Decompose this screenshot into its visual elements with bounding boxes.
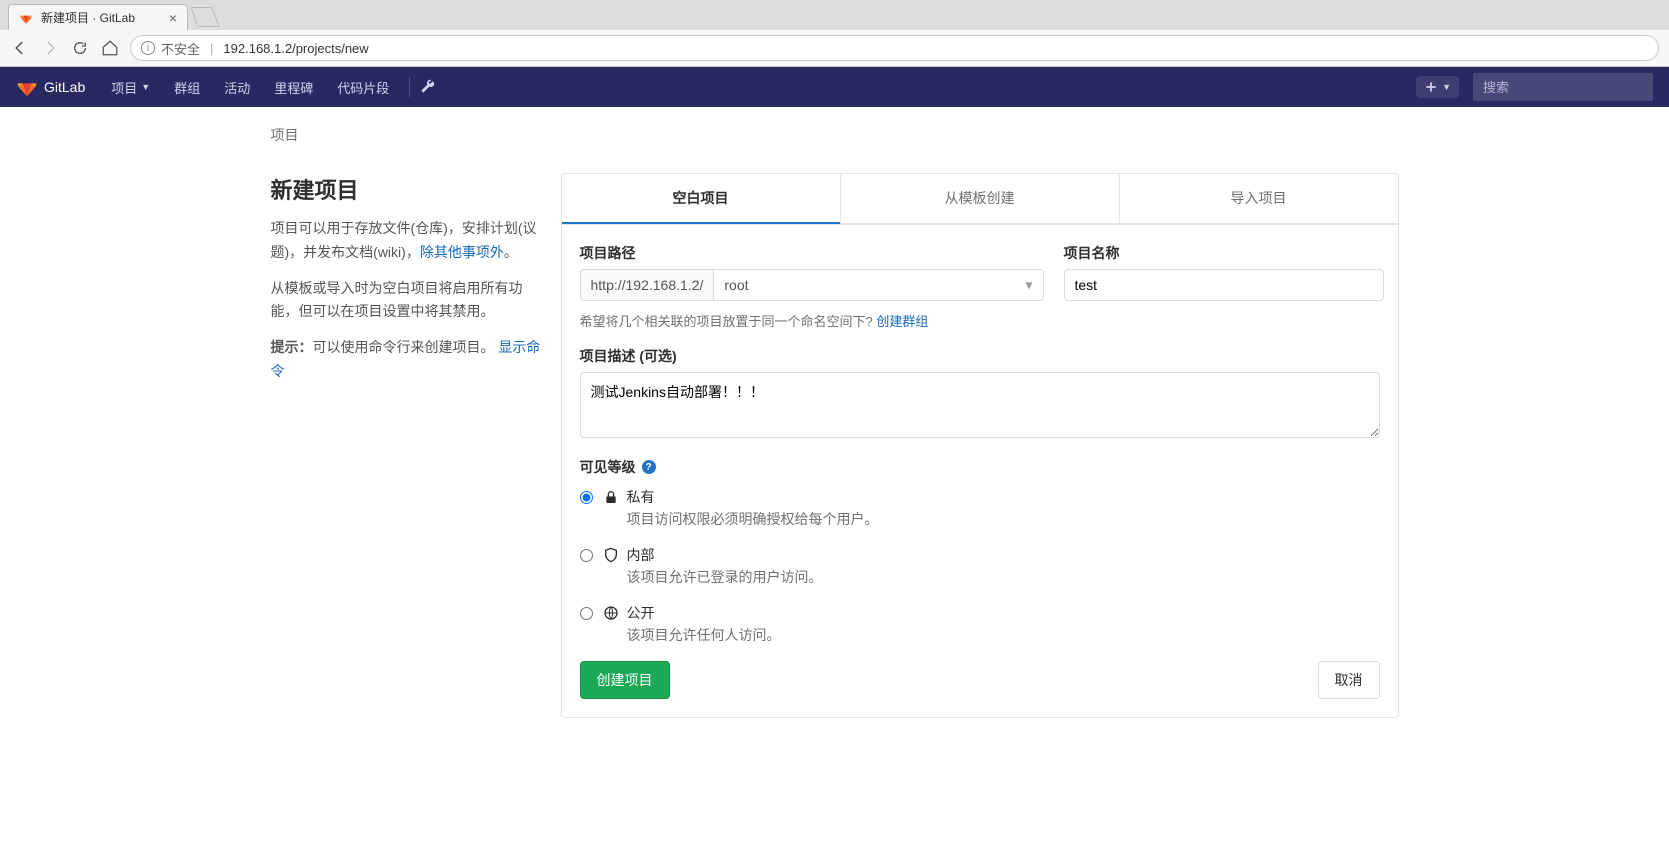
visibility-public[interactable]: 公开 该项目允许任何人访问。 [580, 603, 1380, 645]
visibility-private-radio[interactable] [580, 491, 593, 504]
tab-import-project[interactable]: 导入项目 [1119, 174, 1398, 224]
cancel-button[interactable]: 取消 [1318, 661, 1380, 699]
new-menu-button[interactable]: ▼ [1416, 76, 1459, 98]
create-project-button[interactable]: 创建项目 [580, 661, 670, 699]
namespace-select[interactable]: root [713, 269, 1043, 301]
project-description-label: 项目描述 (可选) [580, 346, 1380, 366]
project-name-label: 项目名称 [1064, 243, 1384, 263]
insecure-label: 不安全 [161, 39, 200, 58]
info-icon: i [141, 41, 155, 55]
nav-projects[interactable]: 项目 ▼ [101, 67, 160, 107]
search-input[interactable] [1473, 73, 1653, 101]
visibility-internal[interactable]: 内部 该项目允许已登录的用户访问。 [580, 545, 1380, 587]
gitlab-logo[interactable]: GitLab [16, 76, 85, 98]
tab-blank-project[interactable]: 空白项目 [562, 174, 840, 224]
nav-snippets[interactable]: 代码片段 [327, 67, 399, 107]
left-info-column: 新建项目 项目可以用于存放文件(仓库)，安排计划(议题)，并发布文档(wiki)… [271, 173, 541, 718]
project-usage-desc: 项目可以用于存放文件(仓库)，安排计划(议题)，并发布文档(wiki)，除其他事… [271, 217, 541, 265]
shield-icon [603, 547, 619, 563]
lock-icon [603, 489, 619, 505]
back-button[interactable] [10, 38, 30, 58]
project-description-input[interactable] [580, 372, 1380, 438]
nav-activity[interactable]: 活动 [214, 67, 260, 107]
breadcrumb[interactable]: 项目 [271, 107, 1399, 153]
path-prefix: http://192.168.1.2/ [580, 269, 714, 301]
tab-title: 新建项目 · GitLab [41, 9, 135, 26]
browser-tab[interactable]: 新建项目 · GitLab × [8, 4, 188, 30]
reload-button[interactable] [70, 38, 90, 58]
home-button[interactable] [100, 38, 120, 58]
visibility-internal-radio[interactable] [580, 549, 593, 562]
address-bar[interactable]: i 不安全 | 192.168.1.2/projects/new [130, 35, 1659, 61]
forward-button[interactable] [40, 38, 60, 58]
globe-icon [603, 605, 619, 621]
primary-nav: 项目 ▼ 群组 活动 里程碑 代码片段 [101, 67, 399, 107]
template-import-note: 从模板或导入时为空白项目将启用所有功能，但可以在项目设置中将其禁用。 [271, 277, 541, 325]
nav-milestones[interactable]: 里程碑 [264, 67, 323, 107]
new-project-form: 项目路径 http://192.168.1.2/ root 项目名称 希望将几个… [561, 225, 1399, 718]
chevron-down-icon: ▼ [141, 82, 150, 92]
project-name-input[interactable] [1064, 269, 1384, 301]
tab-from-template[interactable]: 从模板创建 [840, 174, 1119, 224]
project-path-label: 项目路径 [580, 243, 1044, 263]
create-group-link[interactable]: 创建群组 [876, 314, 928, 329]
visibility-label: 可见等级 [580, 457, 636, 477]
gitlab-favicon-icon [19, 11, 33, 25]
tip-row: 提示：可以使用命令行来创建项目。 显示命令 [271, 336, 541, 384]
url-text: 192.168.1.2/projects/new [223, 41, 368, 56]
visibility-public-radio[interactable] [580, 607, 593, 620]
new-project-tabs: 空白项目 从模板创建 导入项目 [561, 173, 1399, 225]
page-title: 新建项目 [271, 173, 541, 205]
nav-groups[interactable]: 群组 [164, 67, 210, 107]
namespace-help-text: 希望将几个相关联的项目放置于同一个命名空间下? [580, 314, 877, 329]
tab-bar: 新建项目 · GitLab × [0, 0, 1669, 30]
visibility-private[interactable]: 私有 项目访问权限必须明确授权给每个用户。 [580, 487, 1380, 529]
chevron-down-icon: ▼ [1442, 82, 1451, 92]
brand-label: GitLab [44, 79, 85, 95]
gitlab-header: GitLab 项目 ▼ 群组 活动 里程碑 代码片段 ▼ [0, 67, 1669, 107]
close-tab-icon[interactable]: × [169, 10, 177, 26]
browser-toolbar: i 不安全 | 192.168.1.2/projects/new [0, 30, 1669, 66]
plus-icon [1424, 80, 1438, 94]
help-icon[interactable]: ? [642, 460, 656, 474]
admin-wrench-icon[interactable] [420, 78, 436, 97]
browser-chrome: 新建项目 · GitLab × i 不安全 | 192.168.1.2/proj… [0, 0, 1669, 67]
new-tab-button[interactable] [190, 7, 219, 27]
among-others-link[interactable]: 除其他事项外 [420, 244, 504, 260]
